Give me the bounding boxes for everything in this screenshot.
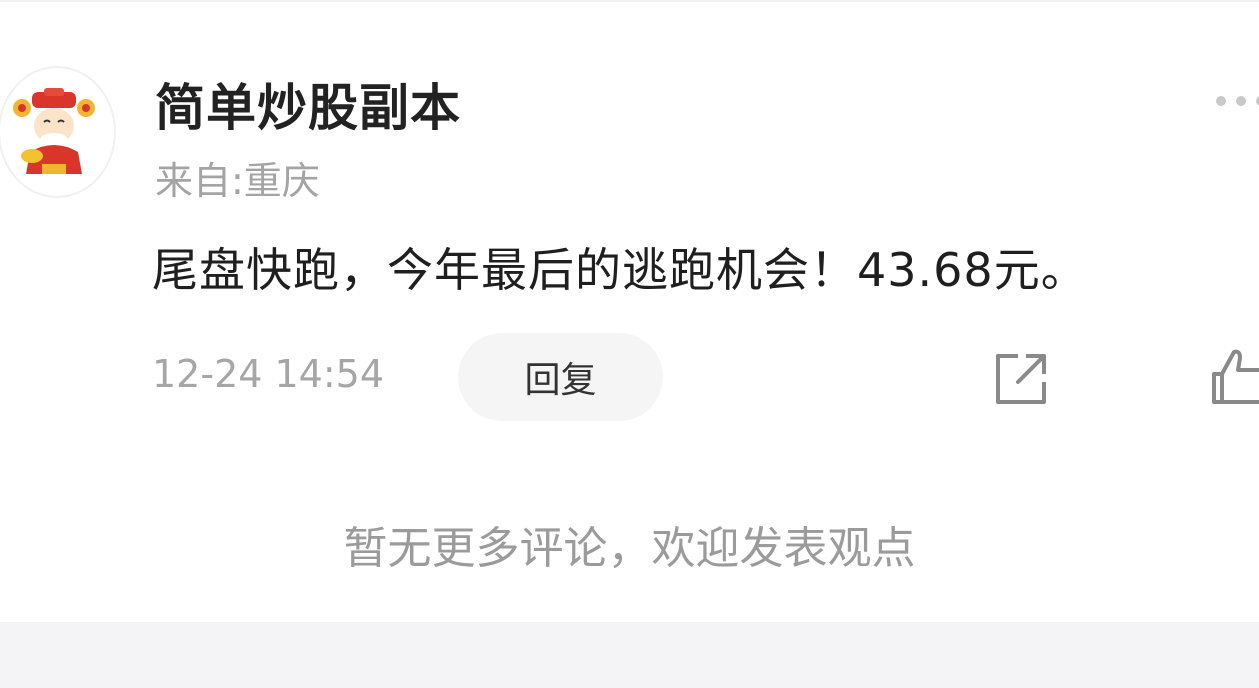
no-more-comments-text: 暂无更多评论，欢迎发表观点 [343,523,916,574]
reply-button[interactable]: 回复 [458,333,663,421]
more-dots-icon[interactable] [1212,92,1259,112]
next-section [0,622,1259,688]
thumbs-up-icon[interactable] [1210,346,1259,410]
avatar-image [13,88,95,174]
timestamp: 12-24 14:54 [152,352,385,396]
top-divider [0,0,1259,2]
avatar[interactable] [0,66,116,198]
location-label: 来自:重庆 [155,159,320,203]
username[interactable]: 简单炒股副本 [155,68,461,140]
reply-label: 回复 [524,360,597,401]
comment-content: 尾盘快跑，今年最后的逃跑机会！43.68元。 [152,243,1088,297]
share-icon[interactable] [992,350,1050,412]
